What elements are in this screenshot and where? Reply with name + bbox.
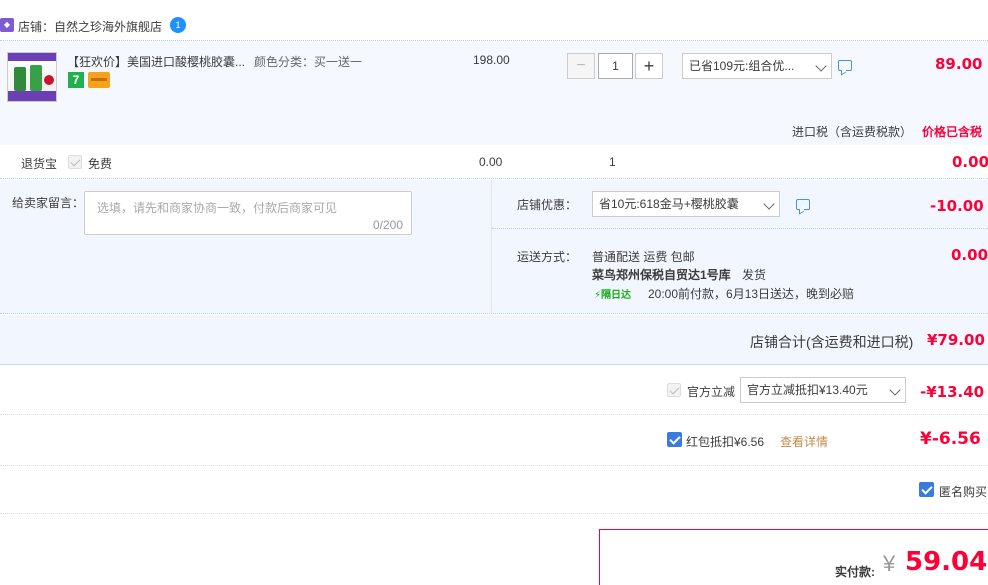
official-discount-select[interactable]: 官方立减抵扣¥13.40元 <box>740 377 906 403</box>
red-packet-amount: ¥-6.56 <box>920 429 981 449</box>
red-packet-checkbox[interactable] <box>667 432 682 447</box>
item-promotion-value: 已省109元:组合优... <box>689 59 795 73</box>
actual-payment-amount: 59.04 <box>905 547 988 577</box>
anonymous-purchase-checkbox[interactable] <box>919 482 934 497</box>
chevron-down-icon <box>889 384 901 396</box>
chevron-down-icon <box>815 60 827 72</box>
red-packet-details-link[interactable]: 查看详情 <box>780 433 828 450</box>
return-insurance-row: 退货宝 免费 0.00 1 0.00 <box>0 146 988 179</box>
shipping-warehouse: 菜鸟郑州保税自贸达1号库 <box>592 268 731 282</box>
return-insurance-option: 免费 <box>88 157 113 171</box>
shop-icon: ◆ <box>0 18 14 32</box>
seller-message-label: 给卖家留言： <box>12 196 85 210</box>
seller-message-input[interactable]: 选填，请先和商家协商一致，付款后商家可见 0/200 <box>84 191 412 235</box>
import-tax-value: 价格已含税 <box>922 125 983 139</box>
shop-promo-info-icon[interactable] <box>796 199 810 210</box>
official-discount-checkbox[interactable] <box>667 383 681 397</box>
next-day-delivery-badge: ⚡隔日达 <box>594 290 632 301</box>
product-thumbnail[interactable] <box>7 52 57 102</box>
official-discount-label: 官方立减 <box>687 385 736 399</box>
red-packet-label: 红包抵扣¥6.56 <box>686 435 765 449</box>
anonymous-purchase-label: 匿名购买 <box>939 485 988 499</box>
shop-promo-select[interactable]: 省10元:618金马+樱桃胶囊 <box>592 191 780 217</box>
credit-card-icon <box>88 72 110 88</box>
shop-promo-label: 店铺优惠： <box>517 198 578 212</box>
return-insurance-checkbox[interactable] <box>68 155 82 169</box>
official-discount-amount: -¥13.40 <box>920 383 985 401</box>
shop-name[interactable]: 店铺：自然之珍海外旗舰店 <box>18 18 162 35</box>
promotion-info-icon[interactable] <box>838 60 852 71</box>
return-insurance-label: 退货宝 <box>21 157 58 171</box>
shipping-label: 运送方式： <box>517 250 578 264</box>
quantity-input[interactable]: 1 <box>598 53 633 79</box>
return-insurance-qty: 1 <box>609 155 616 169</box>
divider <box>491 180 492 314</box>
divider <box>492 228 988 229</box>
shop-promo-value-text: 省10元:618金马+樱桃胶囊 <box>599 197 739 211</box>
official-discount-row: 官方立减 官方立减抵扣¥13.40元 -¥13.40 <box>0 366 988 415</box>
shipping-warehouse-suffix: 发货 <box>742 268 767 282</box>
actual-payment-label: 实付款: <box>835 565 875 579</box>
official-discount-value-text: 官方立减抵扣¥13.40元 <box>747 383 868 397</box>
shop-total-label: 店铺合计(含运费和进口税) <box>750 334 914 350</box>
shop-total-value: ¥79.00 <box>927 331 985 349</box>
shipping-method: 普通配送 运费 包邮 <box>592 250 695 264</box>
order-options: 给卖家留言： 选填，请先和商家协商一致，付款后商家可见 0/200 店铺优惠： … <box>0 180 988 314</box>
seller-message-counter: 0/200 <box>372 218 403 232</box>
quantity-decrease-button[interactable]: − <box>567 53 595 79</box>
item-total-price: 89.00 <box>935 55 983 73</box>
product-sku: 颜色分类：买一送一 <box>254 55 363 69</box>
currency-symbol: ¥ <box>883 551 896 576</box>
payment-summary: 实付款: ¥ 59.04 <box>599 529 988 585</box>
next-day-delivery-text: 隔日达 <box>601 290 632 301</box>
shop-promo-amount: -10.00 <box>930 197 984 215</box>
anonymous-purchase-row: 匿名购买 <box>0 466 988 514</box>
shop-header: ◆ 店铺：自然之珍海外旗舰店 1 <box>0 0 988 41</box>
wangwang-chat-icon[interactable]: 1 <box>170 17 186 33</box>
red-packet-row: 红包抵扣¥6.56 查看详情 ¥-6.56 <box>0 416 988 466</box>
seller-message-placeholder: 选填，请先和商家协商一致，付款后商家可见 <box>97 201 338 215</box>
quantity-increase-button[interactable]: + <box>635 53 663 79</box>
shop-total-row: 店铺合计(含运费和进口税) ¥79.00 <box>0 315 988 365</box>
product-title[interactable]: 【狂欢价】美国进口酸樱桃胶囊... <box>67 53 248 70</box>
return-insurance-total: 0.00 <box>952 153 988 171</box>
shipping-fee: 0.00 <box>951 246 988 264</box>
return-insurance-price: 0.00 <box>479 155 503 169</box>
chevron-down-icon <box>763 198 775 210</box>
order-item: 【狂欢价】美国进口酸樱桃胶囊... 颜色分类：买一送一 7 198.00 − 1… <box>0 40 988 145</box>
delivery-note: 20:00前付款，6月13日送达，晚到必赔 <box>648 287 855 301</box>
import-tax-label: 进口税（含运费税款） <box>792 125 913 139</box>
seven-day-return-icon: 7 <box>68 72 84 88</box>
item-promotion-select[interactable]: 已省109元:组合优... <box>682 53 832 79</box>
unit-price: 198.00 <box>473 53 510 67</box>
